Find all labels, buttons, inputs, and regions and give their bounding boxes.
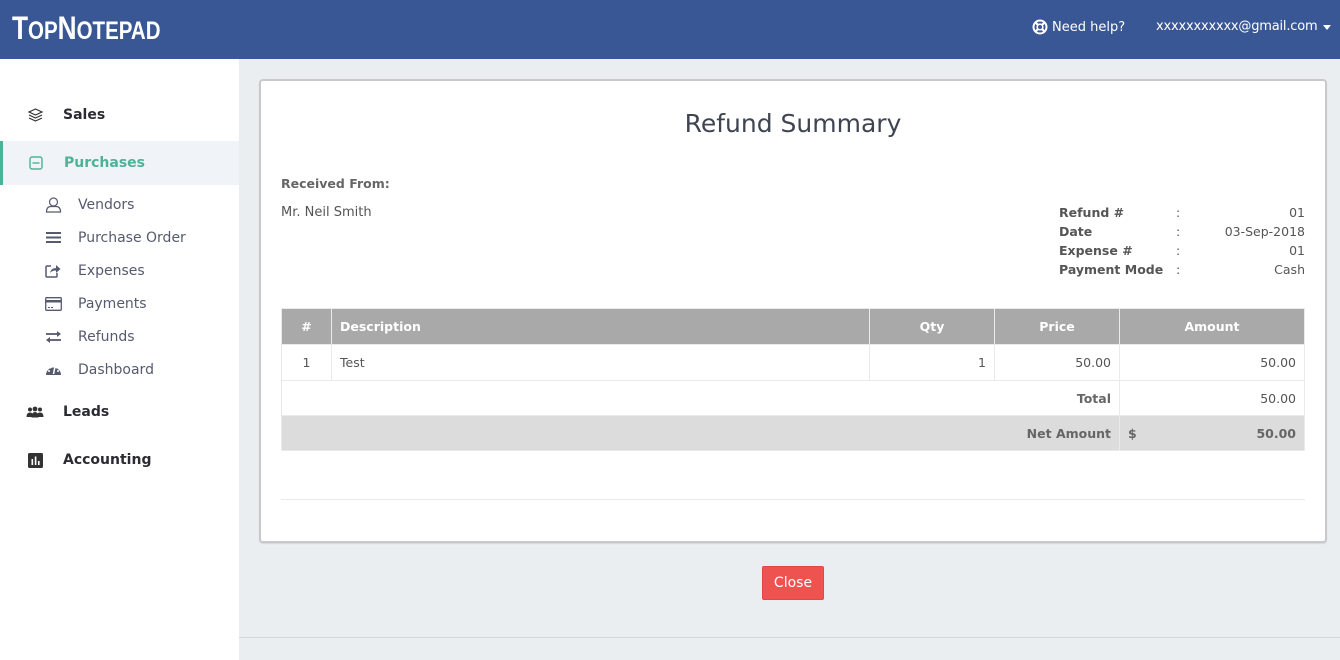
net-amount-label: Net Amount: [281, 415, 1120, 451]
app-logo[interactable]: TOPNOTEPAD: [12, 10, 161, 47]
sidebar-item-purchase-order[interactable]: Purchase Order: [0, 221, 239, 254]
net-amount-cell: $ 50.00: [1119, 415, 1305, 451]
sidebar-item-label: Vendors: [78, 196, 135, 213]
refund-details: Refund # : 01 Date : 03-Sep-2018 Expense…: [1059, 205, 1305, 281]
bar-chart-icon: [26, 451, 44, 469]
dashboard-icon: [44, 361, 62, 379]
meta-separator: :: [1176, 224, 1181, 239]
need-help-link[interactable]: Need help?: [1032, 19, 1125, 35]
sidebar-item-refunds[interactable]: Refunds: [0, 320, 239, 353]
sidebar-item-purchases[interactable]: Purchases: [0, 141, 239, 185]
refund-summary-card: Refund Summary Received From: Mr. Neil S…: [259, 79, 1327, 543]
sidebar-item-label: Refunds: [78, 328, 135, 345]
sidebar-item-label: Sales: [63, 107, 106, 123]
logo-text-otepad: OTEPAD: [76, 17, 161, 45]
header-amount: Amount: [1119, 308, 1305, 345]
cell-amount: 50.00: [1119, 344, 1305, 381]
header-qty: Qty: [869, 308, 995, 345]
user-email: xxxxxxxxxxx@gmail.com: [1156, 19, 1318, 34]
meta-key: Payment Mode: [1059, 262, 1164, 277]
logo-text-op: OP: [28, 17, 58, 45]
exchange-icon: [44, 328, 62, 346]
sidebar-item-expenses[interactable]: Expenses: [0, 254, 239, 287]
cell-qty: 1: [869, 344, 995, 381]
meta-value: 01: [1289, 205, 1305, 220]
close-button[interactable]: Close: [762, 566, 824, 600]
caret-down-icon: [1323, 25, 1332, 30]
refund-number-row: Refund # : 01: [1059, 205, 1305, 224]
sidebar: Sales Purchases Vendors Purchase Order E…: [0, 59, 239, 660]
total-row: Total 50.00: [281, 380, 1305, 416]
header-description: Description: [331, 308, 870, 345]
need-help-label: Need help?: [1052, 19, 1126, 35]
sidebar-item-label: Accounting: [63, 452, 152, 468]
sidebar-item-label: Expenses: [78, 262, 145, 279]
total-value: 50.00: [1119, 380, 1305, 416]
currency-symbol: $: [1128, 425, 1137, 441]
sidebar-item-label: Purchases: [64, 155, 146, 171]
sidebar-item-label: Purchase Order: [78, 229, 186, 246]
logo-text-t: T: [12, 10, 29, 46]
table-row: 1 Test 1 50.00 50.00: [281, 344, 1305, 381]
sidebar-item-label: Payments: [78, 295, 147, 312]
meta-separator: :: [1176, 262, 1181, 277]
sidebar-item-payments[interactable]: Payments: [0, 287, 239, 320]
sidebar-item-accounting[interactable]: Accounting: [0, 438, 239, 482]
page-title: Refund Summary: [684, 109, 902, 138]
sidebar-item-sales[interactable]: Sales: [0, 93, 239, 137]
meta-separator: :: [1176, 205, 1181, 220]
refund-items-table: # Description Qty Price Amount 1 Test 1 …: [281, 308, 1305, 451]
user-icon: [44, 196, 62, 214]
sidebar-item-label: Leads: [63, 404, 110, 420]
sidebar-item-vendors[interactable]: Vendors: [0, 188, 239, 221]
user-menu[interactable]: xxxxxxxxxxx@gmail.com: [1156, 19, 1332, 34]
table-header-row: # Description Qty Price Amount: [281, 308, 1305, 345]
life-ring-icon: [1032, 19, 1048, 35]
meta-key: Refund #: [1059, 205, 1125, 220]
top-bar: TOPNOTEPAD Need help? xxxxxxxxxxx@gmail.…: [0, 0, 1340, 59]
minus-square-icon: [27, 154, 45, 172]
sidebar-item-leads[interactable]: Leads: [0, 390, 239, 434]
header-price: Price: [994, 308, 1120, 345]
received-from-label: Received From:: [281, 176, 390, 191]
payment-mode-row: Payment Mode : Cash: [1059, 262, 1305, 281]
total-label: Total: [281, 380, 1120, 416]
bars-icon: [44, 229, 62, 247]
credit-card-icon: [44, 295, 62, 313]
meta-key: Expense #: [1059, 243, 1133, 258]
meta-separator: :: [1176, 243, 1181, 258]
cell-number: 1: [281, 344, 332, 381]
net-amount-row: Net Amount $ 50.00: [281, 415, 1305, 451]
net-amount-value: 50.00: [1256, 425, 1296, 441]
users-icon: [26, 403, 44, 421]
cell-description: Test: [331, 344, 870, 381]
header-number: #: [281, 308, 332, 345]
received-from-name: Mr. Neil Smith: [281, 205, 372, 220]
meta-key: Date: [1059, 224, 1093, 239]
layers-icon: [26, 106, 44, 124]
expense-number-row: Expense # : 01: [1059, 243, 1305, 262]
meta-value: 03-Sep-2018: [1224, 224, 1305, 239]
date-row: Date : 03-Sep-2018: [1059, 224, 1305, 243]
cell-price: 50.00: [994, 344, 1120, 381]
meta-value: 01: [1289, 243, 1305, 258]
meta-value: Cash: [1274, 262, 1305, 277]
sidebar-item-label: Dashboard: [78, 361, 154, 378]
divider: [281, 499, 1305, 500]
sidebar-item-dashboard[interactable]: Dashboard: [0, 353, 239, 386]
share-square-icon: [44, 262, 62, 280]
footer: [239, 638, 1340, 660]
logo-text-n: N: [57, 10, 77, 46]
